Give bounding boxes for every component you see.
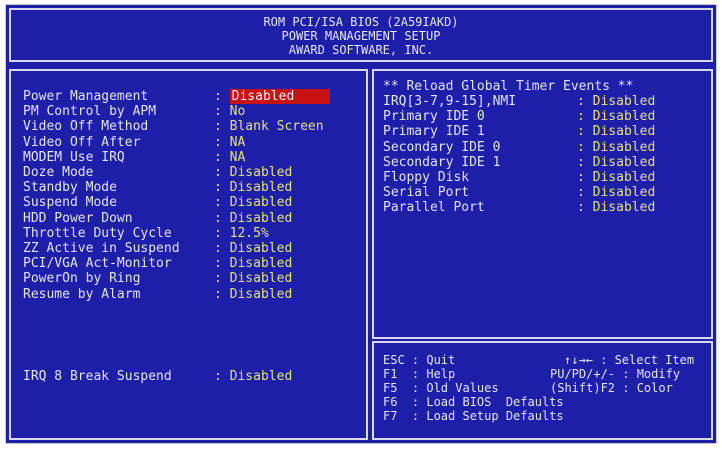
- event-value[interactable]: : Disabled: [577, 170, 655, 185]
- irq8-value[interactable]: : Disabled: [214, 369, 292, 384]
- setting-label: Throttle Duty Cycle: [23, 225, 172, 241]
- irq8-label: IRQ 8 Break Suspend: [23, 369, 172, 384]
- setting-value[interactable]: : Disabled: [214, 165, 292, 180]
- setting-label: Doze Mode: [23, 165, 94, 180]
- setting-value[interactable]: : No: [214, 104, 245, 119]
- key-f7: F7 : Load Setup Defaults: [383, 409, 564, 423]
- setting-value[interactable]: : Disabled: [214, 180, 292, 195]
- event-value[interactable]: : Disabled: [577, 155, 655, 170]
- event-value[interactable]: : Disabled: [577, 140, 655, 155]
- right-panel: ** Reload Global Timer Events ** IRQ[3-7…: [372, 69, 713, 339]
- setting-value[interactable]: : 12.5%: [214, 226, 269, 241]
- setting-label: PCI/VGA Act-Monitor: [23, 256, 172, 272]
- setup-title: POWER MANAGEMENT SETUP: [281, 29, 441, 43]
- setting-label: ZZ Active in Suspend: [23, 241, 180, 256]
- bios-screen: ROM PCI/ISA BIOS (2A59IAKD) POWER MANAGE…: [5, 4, 717, 444]
- event-label: Secondary IDE 0: [383, 139, 501, 155]
- event-label: Parallel Port: [383, 200, 485, 216]
- setting-label: MODEM Use IRQ: [23, 149, 125, 165]
- event-label: Primary IDE 0: [383, 109, 485, 125]
- setting-label: PowerOn by Ring: [23, 271, 141, 287]
- setting-value[interactable]: : Disabled: [214, 241, 292, 256]
- key-modify: PU/PD/+/- : Modify: [550, 367, 681, 381]
- event-label: Secondary IDE 1: [383, 154, 501, 170]
- key-esc: ESC : Quit: [383, 353, 456, 367]
- setting-label: Power Management: [23, 89, 149, 104]
- setting-value[interactable]: : Disabled: [214, 211, 292, 226]
- event-label: IRQ[3-7,9-15],NMI: [383, 94, 517, 109]
- key-f6: F6 : Load BIOS Defaults: [383, 395, 564, 409]
- event-value[interactable]: : Disabled: [577, 200, 655, 215]
- key-select: ↑↓→← : Select Item: [564, 353, 695, 367]
- event-value[interactable]: : Disabled: [577, 94, 655, 109]
- bios-title: ROM PCI/ISA BIOS (2A59IAKD): [263, 15, 459, 29]
- setting-label: Resume by Alarm: [23, 286, 141, 302]
- event-value[interactable]: : Disabled: [577, 124, 655, 139]
- setting-value[interactable]: : NA: [214, 150, 245, 165]
- setting-value[interactable]: : NA: [214, 135, 245, 150]
- setting-label: Suspend Mode: [23, 195, 117, 211]
- setting-value[interactable]: : Blank Screen: [214, 119, 324, 134]
- help-panel: ESC : Quit F1 : Help F5 : Old Values F6 …: [372, 341, 713, 440]
- key-f1: F1 : Help: [383, 367, 456, 381]
- event-label: Floppy Disk: [383, 170, 470, 185]
- reload-events-title: ** Reload Global Timer Events **: [383, 79, 634, 94]
- setting-value[interactable]: : Disabled: [214, 89, 330, 104]
- key-f5: F5 : Old Values: [383, 381, 499, 395]
- setting-value[interactable]: : Disabled: [214, 195, 292, 210]
- setting-value[interactable]: : Disabled: [214, 287, 292, 302]
- event-value[interactable]: : Disabled: [577, 185, 655, 200]
- event-label: Primary IDE 1: [383, 124, 485, 140]
- setting-label: Video Off Method: [23, 119, 149, 135]
- setting-label: PM Control by APM: [23, 104, 157, 120]
- vendor-title: AWARD SOFTWARE, INC.: [288, 43, 434, 57]
- setting-value[interactable]: : Disabled: [214, 271, 292, 286]
- setting-value[interactable]: : Disabled: [214, 256, 292, 271]
- left-panel: Power Management : Disabled PM Control by …: [9, 69, 368, 440]
- event-label: Serial Port: [383, 185, 470, 201]
- setting-label: Video Off After: [23, 134, 141, 150]
- key-color: (Shift)F2 : Color: [550, 381, 673, 395]
- setting-label: Standby Mode: [23, 180, 117, 196]
- setting-label: HDD Power Down: [23, 210, 133, 226]
- event-value[interactable]: : Disabled: [577, 109, 655, 124]
- header-box: ROM PCI/ISA BIOS (2A59IAKD) POWER MANAGE…: [9, 8, 713, 62]
